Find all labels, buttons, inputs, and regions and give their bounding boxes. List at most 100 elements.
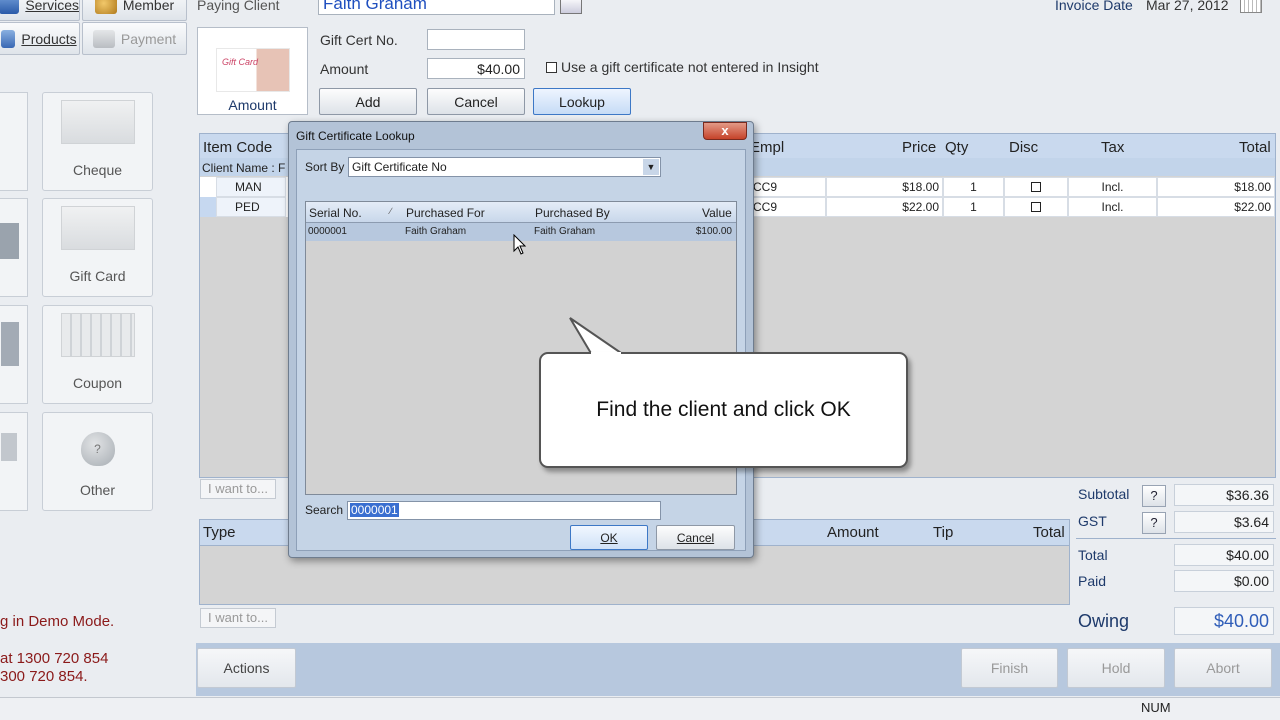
cert-value: $100.00 (695, 226, 732, 237)
payment-icon (92, 29, 115, 48)
add-button[interactable]: Add (319, 88, 417, 115)
row-qty: 1 (943, 197, 1004, 217)
gst-help-button[interactable]: ? (1142, 512, 1166, 534)
demo-mode-text: g in Demo Mode. (0, 613, 115, 630)
row-indicator (200, 197, 216, 217)
col-value[interactable]: Value (702, 206, 732, 220)
unentered-cert-label: Use a gift certificate not entered in In… (561, 59, 819, 75)
client-card-icon[interactable] (560, 0, 582, 14)
cancel-cert-button[interactable]: Cancel (427, 88, 525, 115)
summary-divider (1076, 538, 1276, 539)
money-bag-icon: ? (80, 432, 115, 466)
sort-asc-icon: ∕ (390, 206, 392, 216)
row-qty: 1 (943, 177, 1004, 197)
invoice-date-label: Invoice Date (1055, 0, 1133, 13)
gift-card-image: Gift Card (216, 48, 290, 92)
certificate-grid-header: Serial No. ∕ Purchased For Purchased By … (306, 202, 736, 223)
owing-value: $40.00 (1174, 607, 1274, 635)
gift-card-amount-tile: Gift Card Amount (197, 27, 308, 115)
products-icon (1, 29, 16, 48)
col-purchased-by[interactable]: Purchased By (535, 206, 610, 220)
partial-tile-4-icon (1, 433, 17, 461)
gift-card-amount-caption: Amount (228, 97, 277, 113)
products-button[interactable]: Products (0, 22, 80, 55)
lookup-button[interactable]: Lookup (533, 88, 631, 115)
dialog-ok-button[interactable]: OK (570, 525, 648, 550)
items-i-want-to-button[interactable]: I want to... (200, 479, 276, 499)
member-button[interactable]: Member (82, 0, 187, 21)
dropdown-arrow-icon[interactable]: ▼ (643, 159, 659, 175)
member-label: Member (122, 0, 175, 13)
partial-tile-4[interactable] (0, 412, 28, 511)
total-label: Total (1078, 547, 1108, 563)
calendar-icon[interactable] (1240, 0, 1262, 13)
payment-method-gift-card[interactable]: Gift Card (42, 198, 153, 297)
partial-tile-2[interactable] (0, 198, 28, 297)
subtotal-help-button[interactable]: ? (1142, 485, 1166, 507)
callout-text: Find the client and click OK (596, 398, 851, 421)
row-tax: Incl. (1068, 197, 1157, 217)
row-code: MAN (216, 177, 286, 197)
gift-cert-no-input[interactable] (427, 29, 525, 50)
col-price: Price (902, 139, 937, 156)
gift-card-icon (60, 206, 135, 250)
gst-value: $3.64 (1174, 511, 1274, 533)
col-purchased-for[interactable]: Purchased For (406, 206, 485, 220)
col-amount: Amount (827, 524, 879, 541)
search-label: Search (305, 503, 344, 517)
gift-card-label: Gift Card (69, 268, 126, 284)
payments-i-want-to-button[interactable]: I want to... (200, 608, 276, 628)
dialog-cancel-button[interactable]: Cancel (656, 525, 735, 550)
col-serial[interactable]: Serial No. (309, 206, 362, 220)
services-button[interactable]: Services (0, 0, 80, 21)
row-total: $22.00 (1157, 197, 1275, 217)
discount-checkbox[interactable] (1031, 202, 1041, 212)
abort-button[interactable]: Abort (1174, 648, 1272, 688)
dialog-close-button[interactable]: x (703, 122, 747, 140)
col-empl: Empl (750, 139, 785, 156)
unentered-cert-checkbox[interactable] (546, 62, 557, 73)
cancel-cert-button-label: Cancel (454, 93, 498, 110)
sort-by-label: Sort By (305, 160, 345, 174)
partial-tile-3-icon (1, 322, 19, 366)
phone-text-2: 300 720 854. (0, 668, 88, 685)
payment-button[interactable]: Payment (82, 22, 187, 55)
row-price: $18.00 (826, 177, 943, 197)
row-disc (1004, 177, 1068, 197)
lookup-button-label: Lookup (559, 93, 605, 110)
callout-pointer-mask (591, 352, 621, 355)
discount-checkbox[interactable] (1031, 182, 1041, 192)
abort-label: Abort (1206, 660, 1240, 676)
row-total: $18.00 (1157, 177, 1275, 197)
search-input[interactable]: 0000001 (347, 501, 661, 520)
partial-tile-1[interactable] (0, 92, 28, 191)
add-button-label: Add (355, 93, 381, 110)
finish-button[interactable]: Finish (961, 648, 1058, 688)
actions-button[interactable]: Actions (197, 648, 296, 688)
cert-purchased-for: Faith Graham (405, 226, 467, 237)
col-disc: Disc (1009, 139, 1039, 156)
instruction-callout: Find the client and click OK (539, 352, 908, 468)
invoice-date-value: Mar 27, 2012 (1146, 0, 1229, 13)
col-qty: Qty (945, 139, 969, 156)
hold-button[interactable]: Hold (1067, 648, 1165, 688)
services-label: Services (25, 0, 79, 13)
payment-method-other[interactable]: ? Other (42, 412, 153, 511)
gift-card-caption: Gift Card (222, 57, 259, 67)
paying-client-field[interactable]: Faith Graham (318, 0, 555, 15)
amount-value: $40.00 (477, 60, 520, 77)
partial-tile-3[interactable] (0, 305, 28, 404)
col-tip: Tip (933, 524, 954, 541)
finish-label: Finish (990, 660, 1029, 676)
cert-serial: 0000001 (308, 226, 347, 237)
payment-method-cheque[interactable]: Cheque (42, 92, 153, 191)
row-price: $22.00 (826, 197, 943, 217)
payment-method-coupon[interactable]: Coupon (42, 305, 153, 404)
sort-by-select[interactable]: Gift Certificate No ▼ (348, 157, 661, 177)
amount-input[interactable]: $40.00 (427, 58, 525, 79)
gift-cert-no-label: Gift Cert No. (320, 32, 398, 48)
row-empl: CC9 (750, 177, 826, 197)
other-label: Other (79, 482, 115, 498)
actions-label: Actions (223, 660, 270, 676)
col-type: Type (203, 524, 236, 541)
